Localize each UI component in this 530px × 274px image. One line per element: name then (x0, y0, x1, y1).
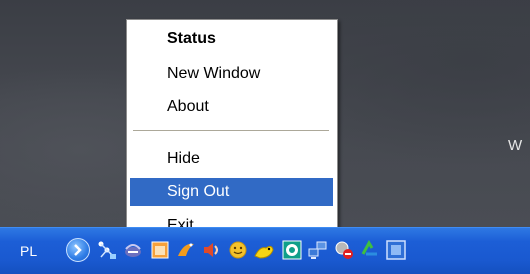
language-indicator[interactable]: PL (20, 240, 44, 262)
orange-window-icon[interactable] (150, 240, 170, 260)
yellow-creature-icon[interactable] (254, 240, 274, 260)
gecko-icon[interactable] (176, 240, 196, 260)
menu-item-new-window[interactable]: New Window (130, 60, 333, 88)
desktop-partial-text: W (508, 137, 523, 154)
menu-item-hide[interactable]: Hide (130, 145, 333, 173)
recycle-icon[interactable] (360, 240, 380, 260)
menu-item-about[interactable]: About (130, 93, 333, 121)
taskbar: PL (0, 227, 530, 274)
menu-item-status[interactable]: Status (130, 25, 333, 53)
tray-expand-button[interactable] (66, 238, 90, 262)
headset-icon[interactable] (123, 240, 143, 260)
smiley-icon[interactable] (228, 240, 248, 260)
green-app-icon[interactable] (282, 240, 302, 260)
blue-app-icon[interactable] (386, 240, 406, 260)
tray-context-menu: Status New Window About Hide Sign Out Ex… (126, 19, 338, 246)
menu-separator (133, 130, 329, 132)
network-icon[interactable] (97, 240, 117, 260)
chevron-right-icon (74, 244, 82, 256)
menu-item-sign-out[interactable]: Sign Out (130, 178, 333, 206)
volume-icon[interactable] (202, 240, 222, 260)
network-computers-icon[interactable] (308, 240, 328, 260)
security-icon[interactable] (334, 240, 354, 260)
